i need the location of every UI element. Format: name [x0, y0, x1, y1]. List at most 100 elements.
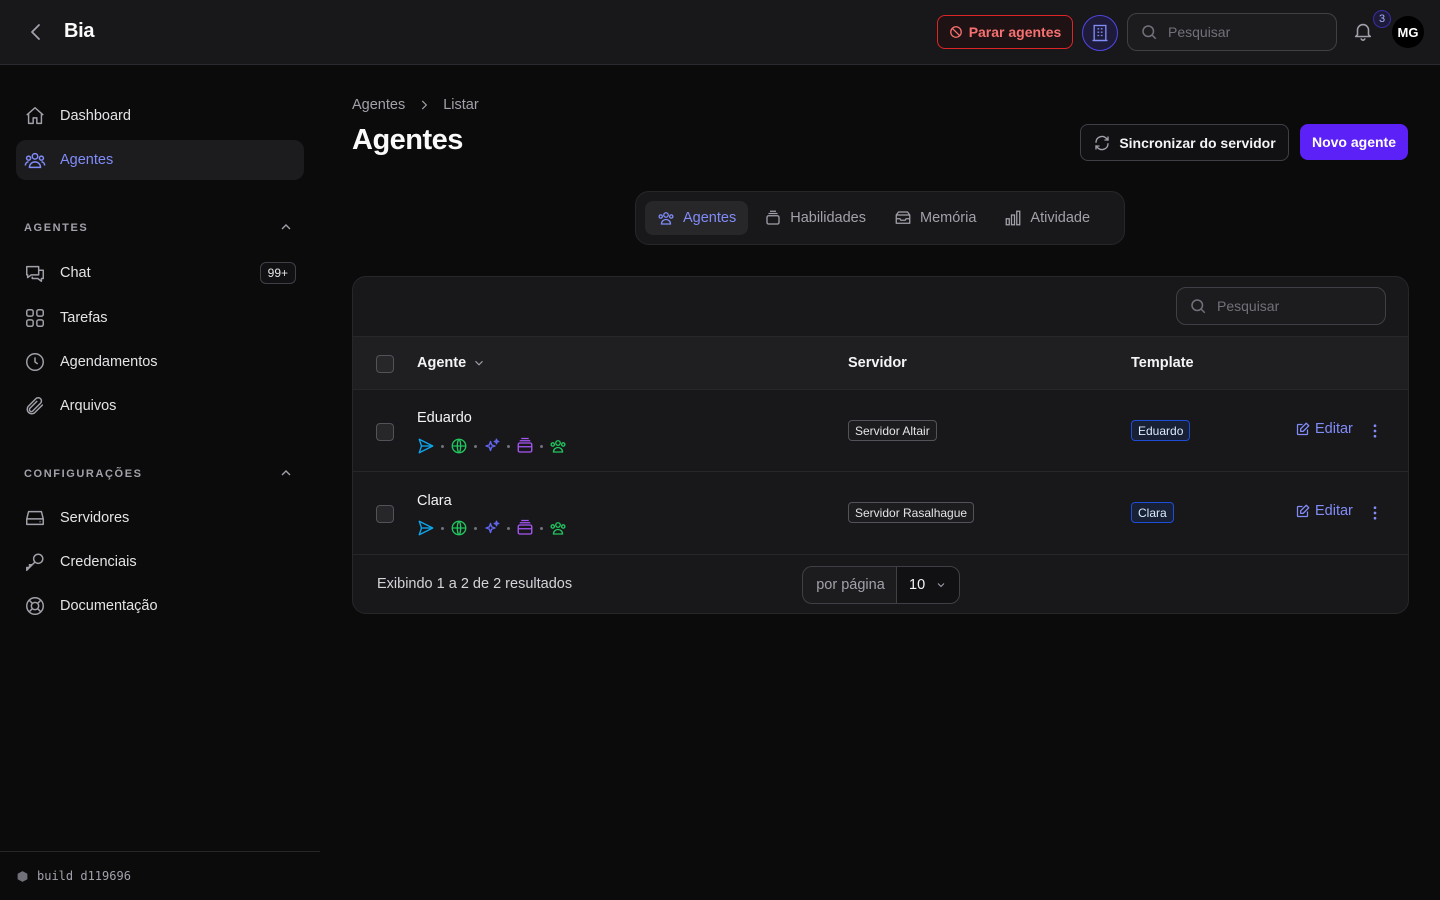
edit-icon [1295, 504, 1310, 519]
sidebar-item-arquivos[interactable]: Arquivos [16, 386, 304, 426]
sidebar-item-label: Agendamentos [60, 354, 158, 370]
globe-icon [451, 438, 467, 454]
sidebar-item-label: Credenciais [60, 554, 137, 570]
global-search-input[interactable] [1168, 24, 1308, 40]
sidebar-item-agentes[interactable]: Agentes [16, 140, 304, 180]
paperclip-icon [24, 395, 46, 417]
user-avatar[interactable]: MG [1392, 16, 1424, 48]
sidebar-item-label: Chat [60, 265, 91, 281]
tab-atividade[interactable]: Atividade [992, 201, 1102, 235]
select-all-checkbox[interactable] [376, 355, 394, 373]
stop-agents-label: Parar agentes [968, 24, 1062, 40]
sidebar-item-label: Arquivos [60, 398, 117, 414]
more-options-icon[interactable] [1366, 422, 1384, 440]
building-icon [1090, 23, 1110, 43]
new-agent-button[interactable]: Novo agente [1300, 124, 1408, 160]
row-checkbox[interactable] [376, 505, 394, 523]
bar-chart-icon [1004, 209, 1022, 227]
tab-agentes[interactable]: Agentes [645, 201, 749, 235]
breadcrumb: Agentes Listar [352, 97, 479, 113]
server-tag: Servidor Rasalhague [848, 502, 975, 523]
home-icon [24, 105, 46, 127]
send-icon [418, 520, 434, 536]
template-tag: Eduardo [1131, 420, 1191, 441]
per-page-select[interactable]: 10 [896, 566, 960, 604]
search-icon [1189, 297, 1207, 315]
table-search-input[interactable] [1217, 298, 1357, 314]
globe-icon [451, 520, 467, 536]
stack-icon [764, 209, 782, 227]
tab-memoria[interactable]: Memória [882, 201, 988, 235]
group-icon [550, 522, 566, 535]
sidebar-item-credenciais[interactable]: Credenciais [16, 542, 304, 582]
sidebar-item-tarefas[interactable]: Tarefas [16, 298, 304, 338]
sidebar: Dashboard Agentes AGENTES Chat 99+ Taref… [0, 65, 320, 900]
box-icon [517, 519, 533, 535]
sparkles-icon [485, 520, 500, 534]
top-bar: Bia Parar agentes 3 MG [0, 0, 1440, 65]
column-header-servidor: Servidor [848, 355, 907, 371]
ban-icon [949, 25, 963, 39]
chevron-up-icon[interactable] [278, 465, 294, 481]
section-tabs: Agentes Habilidades Memória Atividade [635, 191, 1125, 245]
app-title: Bia [64, 20, 95, 42]
sync-from-server-button[interactable]: Sincronizar do servidor [1080, 124, 1289, 161]
agents-table-panel: Agente Servidor Template Eduardo Servido… [352, 276, 1409, 614]
server-icon [24, 507, 46, 529]
users-icon [24, 149, 46, 171]
clock-icon [24, 351, 46, 373]
column-label: Agente [417, 355, 467, 371]
edit-agent-link[interactable]: Editar [1295, 421, 1353, 437]
search-icon [1140, 23, 1158, 41]
back-arrow-icon[interactable] [24, 20, 48, 44]
column-header-template: Template [1131, 355, 1194, 371]
chevron-right-icon [417, 98, 431, 112]
sidebar-item-label: Servidores [60, 510, 130, 526]
table-header: Agente Servidor Template [353, 336, 1408, 390]
table-row: Clara Servidor Rasalhague Clara Editar [353, 473, 1408, 555]
sparkles-icon [485, 438, 500, 452]
column-header-agente[interactable]: Agente [417, 355, 486, 371]
notification-count-badge: 3 [1373, 10, 1391, 28]
tab-label: Habilidades [790, 210, 866, 226]
agent-name[interactable]: Eduardo [417, 410, 472, 426]
box-icon [517, 437, 533, 453]
grid-icon [24, 307, 46, 329]
breadcrumb-item-agentes[interactable]: Agentes [352, 97, 405, 113]
edit-icon [1295, 422, 1310, 437]
sidebar-item-agendamentos[interactable]: Agendamentos [16, 342, 304, 382]
global-search[interactable] [1127, 13, 1337, 51]
organization-button[interactable] [1082, 15, 1118, 51]
chevron-up-icon[interactable] [278, 219, 294, 235]
users-icon [657, 209, 675, 227]
chevron-down-icon [935, 579, 947, 591]
template-tag: Clara [1131, 502, 1174, 523]
stop-agents-button[interactable]: Parar agentes [937, 15, 1073, 49]
sidebar-item-documentacao[interactable]: Documentação [16, 586, 304, 626]
table-search[interactable] [1176, 287, 1386, 325]
edit-agent-link[interactable]: Editar [1295, 503, 1353, 519]
chat-icon [24, 262, 46, 284]
cube-icon [16, 870, 29, 883]
table-row: Eduardo Servidor Altair Eduardo Editar [353, 390, 1408, 472]
sidebar-item-label: Dashboard [60, 108, 131, 124]
section-title-agentes: AGENTES [24, 222, 89, 234]
sidebar-item-servidores[interactable]: Servidores [16, 498, 304, 538]
results-summary: Exibindo 1 a 2 de 2 resultados [377, 576, 573, 592]
edit-label: Editar [1315, 503, 1353, 519]
build-label: build d119696 [37, 869, 131, 883]
tab-label: Atividade [1030, 210, 1091, 226]
per-page-label: por página [802, 566, 898, 604]
bell-icon[interactable] [1352, 20, 1376, 44]
more-options-icon[interactable] [1366, 504, 1384, 522]
row-checkbox[interactable] [376, 423, 394, 441]
page-title: Agentes [352, 124, 463, 156]
section-title-configuracoes: CONFIGURAÇÕES [24, 468, 143, 480]
sidebar-item-dashboard[interactable]: Dashboard [16, 96, 304, 136]
agent-name[interactable]: Clara [417, 493, 452, 509]
sidebar-item-chat[interactable]: Chat 99+ [16, 253, 304, 293]
build-info: build d119696 [0, 851, 320, 900]
per-page-value: 10 [909, 577, 926, 593]
tab-habilidades[interactable]: Habilidades [752, 201, 878, 235]
send-icon [418, 438, 434, 454]
